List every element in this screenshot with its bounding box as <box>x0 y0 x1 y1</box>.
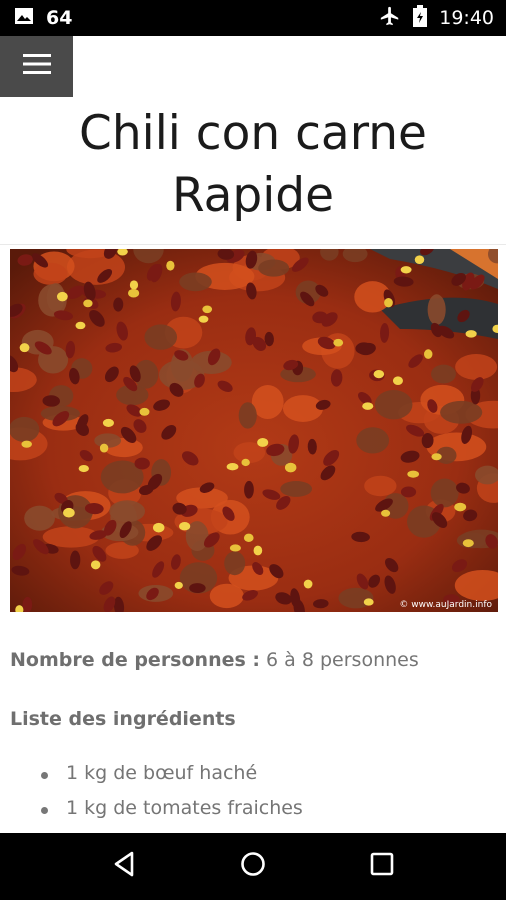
ingredients-list: 1 kg de bœuf haché 1 kg de tomates fraic… <box>0 762 303 832</box>
home-button[interactable] <box>229 843 277 891</box>
title-line-1: Chili con carne <box>79 106 427 161</box>
navigation-bar <box>0 833 506 900</box>
title-line-2: Rapide <box>171 168 335 223</box>
notification-count: 64 <box>46 7 73 29</box>
page-title: Chili con carne Rapide <box>0 103 506 227</box>
image-icon <box>14 6 34 31</box>
status-bar: 64 19:40 <box>0 0 506 36</box>
servings-label: Nombre de personnes : <box>10 649 261 671</box>
photo-credit: © www.auJardin.info <box>399 600 492 610</box>
bullet <box>41 772 48 779</box>
battery-icon <box>413 4 428 32</box>
recipe-photo: © www.auJardin.info <box>10 249 498 612</box>
menu-button[interactable] <box>0 36 73 97</box>
back-icon <box>112 851 136 882</box>
chili-illustration: © www.auJardin.info <box>10 249 498 612</box>
ingredient-item: 1 kg de tomates fraiches <box>0 797 303 832</box>
clock: 19:40 <box>439 7 494 29</box>
ingredient-item: 1 kg de bœuf haché <box>0 762 303 797</box>
ingredient-text: 1 kg de bœuf haché <box>66 762 258 784</box>
divider <box>0 244 506 245</box>
servings-value: 6 à 8 personnes <box>260 649 419 671</box>
hamburger-menu-icon <box>22 53 51 80</box>
ingredients-heading: Liste des ingrédients <box>10 708 236 730</box>
recents-icon <box>370 852 394 881</box>
recents-button[interactable] <box>358 843 406 891</box>
back-button[interactable] <box>100 843 148 891</box>
servings-line: Nombre de personnes : 6 à 8 personnes <box>10 649 419 671</box>
airplane-icon <box>379 5 401 32</box>
home-icon <box>240 851 266 882</box>
ingredient-text: 1 kg de tomates fraiches <box>66 797 303 819</box>
bullet <box>41 807 48 814</box>
